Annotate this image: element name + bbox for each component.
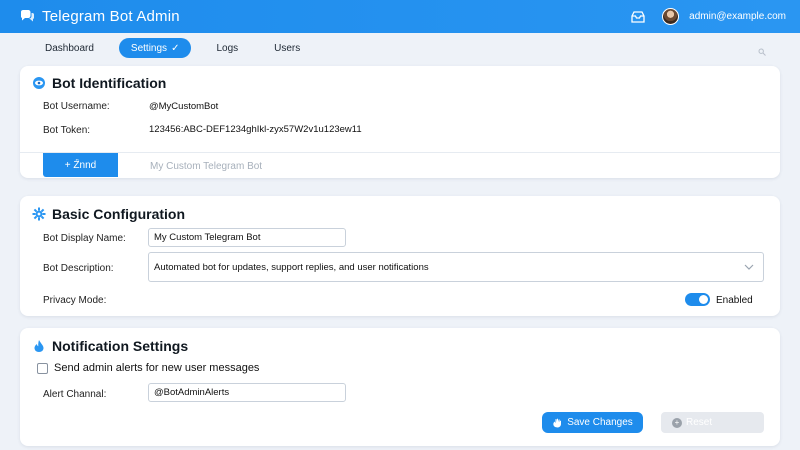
check-icon: ✓ <box>171 42 180 54</box>
tab-logs[interactable]: Logs <box>205 38 249 58</box>
admin-alerts-checkbox[interactable] <box>37 363 48 374</box>
hand-icon <box>552 418 562 428</box>
section-title: Basic Configuration <box>32 206 185 222</box>
reset-button[interactable]: + Reset <box>661 412 764 433</box>
privacy-mode-status: Enabled <box>716 295 753 306</box>
notification-settings-card: Notification Settings Send admin alerts … <box>20 328 780 446</box>
description-select[interactable]: Automated bot for updates, support repli… <box>148 252 764 282</box>
user-email[interactable]: admin@example.com <box>689 11 786 22</box>
search-icon[interactable] <box>758 43 766 56</box>
eye-icon <box>32 76 46 90</box>
inbox-icon[interactable] <box>630 10 646 24</box>
tab-settings[interactable]: Settings ✓ <box>118 38 192 58</box>
bot-username-label: Bot Username: <box>43 101 110 112</box>
privacy-mode-toggle[interactable] <box>685 293 710 306</box>
tab-users[interactable]: Users <box>263 38 311 58</box>
tab-label: Dashboard <box>45 42 94 54</box>
bot-name-preview: My Custom Telegram Bot <box>150 161 263 172</box>
gear-icon <box>32 207 46 221</box>
tab-label: Logs <box>216 42 239 54</box>
card-divider <box>20 152 780 153</box>
privacy-mode-label: Privacy Mode: <box>43 295 107 306</box>
bot-token-label: Bot Token: <box>43 125 91 136</box>
tab-label: Users <box>274 42 301 54</box>
tab-label: Settings <box>130 42 168 54</box>
basic-configuration-card: Basic Configuration Bot Display Name: My… <box>20 196 780 316</box>
section-title: Notification Settings <box>32 338 188 354</box>
nav-tabs: Dashboard Settings ✓ Logs Users <box>0 33 800 63</box>
description-label: Bot Description: <box>43 263 114 274</box>
save-changes-button[interactable]: Save Changes <box>542 412 643 433</box>
telegram-logo-icon <box>18 8 36 26</box>
bot-token-value: 123456:ABC-DEF1234ghIkl-zyx57W2v1u123ew1… <box>149 124 362 135</box>
app-title: Telegram Bot Admin <box>42 8 180 25</box>
app-header: Telegram Bot Admin admin@example.com <box>0 0 800 33</box>
bot-identification-card: Bot Identification Bot Username: @MyCust… <box>20 66 780 178</box>
avatar[interactable] <box>662 8 680 25</box>
reset-icon: + <box>672 417 682 428</box>
drop-icon <box>32 339 46 353</box>
header-user-area: admin@example.com <box>630 8 786 25</box>
add-command-button[interactable]: + Ź̈nnd <box>43 153 118 177</box>
chevron-down-icon[interactable] <box>744 264 754 270</box>
section-title: Bot Identification <box>32 75 166 91</box>
display-name-input[interactable]: My Custom Telegram Bot <box>148 228 346 247</box>
bot-username-value: @MyCustomBot <box>149 101 219 112</box>
display-name-label: Bot Display Name: <box>43 233 126 244</box>
admin-alerts-label[interactable]: Send admin alerts for new user messages <box>54 362 259 374</box>
tab-dashboard[interactable]: Dashboard <box>34 38 105 58</box>
alert-channel-input[interactable]: @BotAdminAlerts <box>148 383 346 402</box>
alert-channel-label: Alert Channal: <box>43 389 107 400</box>
